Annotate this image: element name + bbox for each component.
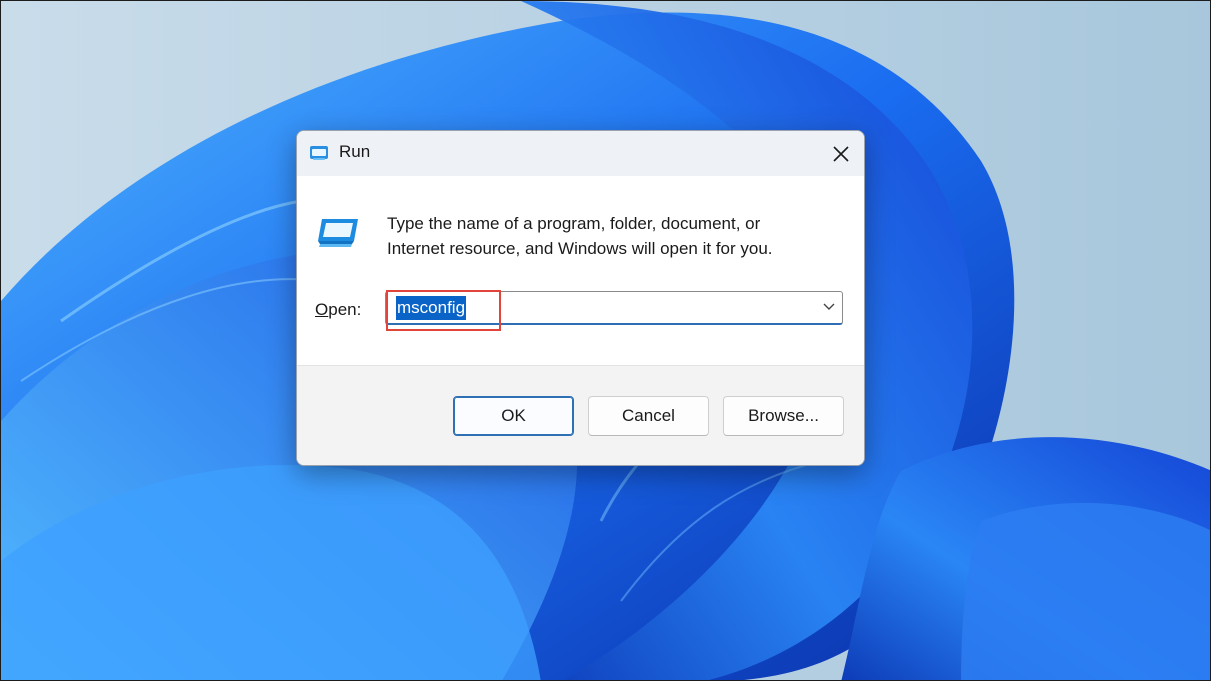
cancel-button[interactable]: Cancel bbox=[588, 396, 709, 436]
close-icon bbox=[833, 145, 849, 162]
dialog-title: Run bbox=[339, 142, 371, 161]
run-icon bbox=[318, 219, 358, 247]
chevron-down-icon[interactable] bbox=[822, 302, 836, 312]
close-button[interactable] bbox=[818, 131, 864, 176]
title-bar[interactable]: Run bbox=[297, 131, 864, 176]
dialog-body: Type the name of a program, folder, docu… bbox=[297, 176, 864, 365]
open-label-accelerator: O bbox=[315, 300, 329, 319]
ok-button[interactable]: OK bbox=[453, 396, 574, 436]
open-label-text: pen: bbox=[328, 300, 362, 319]
description-line-2: Internet resource, and Windows will open… bbox=[387, 239, 773, 258]
browse-button[interactable]: Browse... bbox=[723, 396, 844, 436]
desktop: Run Type the name of a program, folder, … bbox=[0, 0, 1211, 681]
run-icon bbox=[310, 146, 328, 160]
run-description: Type the name of a program, folder, docu… bbox=[387, 211, 847, 261]
open-label: Open: bbox=[315, 300, 361, 320]
open-input[interactable]: msconfig bbox=[396, 296, 467, 320]
open-combobox[interactable]: msconfig bbox=[385, 291, 843, 325]
description-line-1: Type the name of a program, folder, docu… bbox=[387, 214, 761, 233]
dialog-footer: OK Cancel Browse... bbox=[297, 365, 864, 465]
run-dialog: Run Type the name of a program, folder, … bbox=[296, 130, 865, 466]
